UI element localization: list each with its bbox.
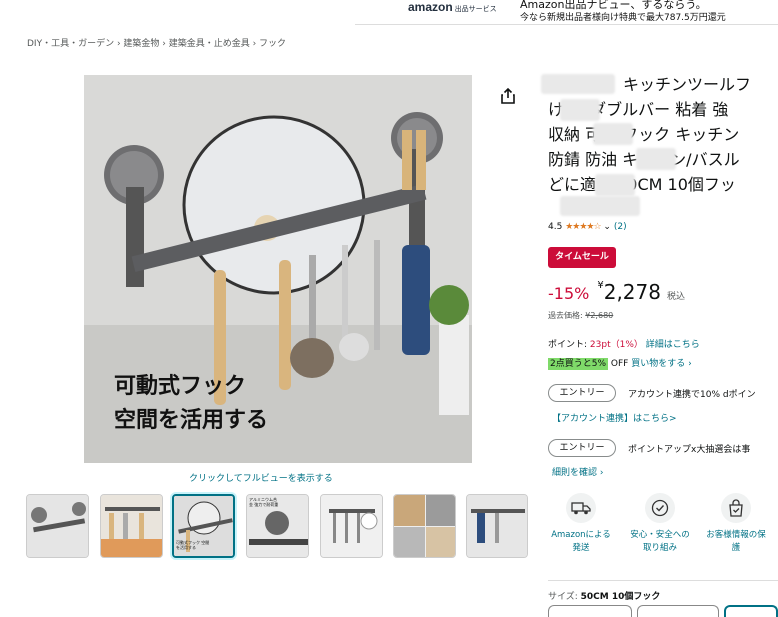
redaction-blur bbox=[560, 99, 600, 121]
breadcrumb[interactable]: DIY・工具・ガーデン › 建築金物 › 建築金具・止め金具 › フック bbox=[27, 36, 286, 49]
rating-value: 4.5 bbox=[548, 222, 563, 232]
price-block: -15% ¥2,278 税込 bbox=[548, 280, 685, 304]
price-amount: 2,278 bbox=[603, 280, 661, 304]
time-sale-badge: タイムセール bbox=[548, 247, 616, 268]
thumbnail-2[interactable] bbox=[100, 494, 163, 558]
thumbnail-6[interactable] bbox=[393, 494, 456, 558]
redaction-blur bbox=[636, 148, 676, 170]
size-option-1[interactable] bbox=[548, 605, 632, 617]
image-caption: 可動式フック 空間を活用する bbox=[114, 374, 269, 433]
feature-amazon-shipping[interactable]: Amazonによる発送 bbox=[548, 493, 614, 555]
bulk-discount-tag: 2点買うと5% bbox=[548, 358, 609, 370]
thumbnail-1[interactable] bbox=[26, 494, 89, 558]
thumbnail-4-label: アルミニウム合金 強力で耐荷重 bbox=[249, 497, 279, 507]
amazon-seller-logo: amazon 出品サービス bbox=[408, 0, 497, 14]
tax-note: 税込 bbox=[666, 292, 685, 302]
promo-text-2: ポイントアップx大抽選会は事 bbox=[628, 445, 751, 455]
list-price: 過去価格: ¥2,680 bbox=[548, 311, 614, 320]
feature-safety[interactable]: 安心・安全への取り組み bbox=[627, 493, 693, 555]
points-value: 23pt（1%） bbox=[589, 340, 643, 350]
size-option-3[interactable] bbox=[724, 605, 778, 617]
banner-divider bbox=[355, 24, 778, 25]
redaction-blur bbox=[595, 174, 635, 196]
feature-label: お客様情報の保護 bbox=[706, 530, 766, 553]
points-details-link[interactable]: 詳細はこちら bbox=[646, 340, 700, 350]
thumbnail-3-label: 可動式フック 空間を活用する bbox=[176, 540, 210, 550]
discount-percent: -15% bbox=[548, 284, 590, 303]
redaction-blur bbox=[560, 196, 640, 216]
entry-button-2[interactable]: エントリー bbox=[548, 439, 616, 457]
seller-banner[interactable]: amazon 出品サービス Amazon出品ナビュー、するならう。 今なら新規出品… bbox=[355, 0, 778, 26]
promo-link-2[interactable]: 細則を確認 › bbox=[552, 465, 603, 478]
feature-label: 安心・安全への取り組み bbox=[630, 530, 690, 553]
shield-check-icon bbox=[645, 493, 675, 523]
thumbnail-7[interactable] bbox=[466, 494, 528, 558]
promo-link-1[interactable]: 【アカウント連携】はこちら> bbox=[552, 411, 677, 424]
secure-bag-icon bbox=[721, 493, 751, 523]
title-line-3: 収納 可動 フック キッチン bbox=[548, 125, 740, 144]
promo-text-1: アカウント連携で10% dポイン bbox=[628, 390, 756, 400]
size-option-2[interactable] bbox=[637, 605, 719, 617]
points-row: ポイント: 23pt（1%） 詳細はこちら bbox=[548, 340, 700, 350]
bulk-discount-row: 2点買うと5% OFF 買い物をする › bbox=[548, 358, 692, 370]
thumbnail-3-selected[interactable]: 可動式フック 空間を活用する bbox=[172, 494, 235, 558]
banner-subline: 今なら新規出品者様向け特典で最大787.5万円還元 bbox=[520, 13, 726, 23]
title-line-5: どに適用 50CM 10個フッ bbox=[548, 175, 736, 194]
share-icon[interactable] bbox=[499, 87, 517, 105]
redaction-blur bbox=[541, 74, 615, 94]
divider bbox=[548, 580, 778, 581]
thumbnail-4[interactable]: アルミニウム合金 強力で耐荷重 bbox=[246, 494, 309, 558]
thumbnail-5[interactable] bbox=[320, 494, 383, 558]
size-selector-label: サイズ: 50CM 10個フック bbox=[548, 592, 661, 602]
shop-link[interactable]: 買い物をする › bbox=[631, 359, 691, 369]
truck-icon bbox=[566, 493, 596, 523]
feature-label: Amazonによる発送 bbox=[551, 530, 611, 553]
star-rating-icon[interactable]: ★★★★☆ bbox=[565, 222, 601, 232]
rating-count[interactable]: (2) bbox=[614, 222, 627, 232]
chevron-down-icon[interactable]: ⌄ bbox=[603, 222, 611, 232]
main-product-image[interactable]: 可動式フック 空間を活用する bbox=[84, 75, 472, 463]
full-view-link[interactable]: クリックしてフルビューを表示する bbox=[189, 471, 333, 484]
selected-size: 50CM 10個フック bbox=[580, 592, 661, 602]
rating-row[interactable]: 4.5 ★★★★☆ ⌄ (2) bbox=[548, 222, 627, 232]
redaction-blur bbox=[593, 123, 633, 145]
feature-privacy[interactable]: お客様情報の保護 bbox=[703, 493, 769, 555]
entry-button-1[interactable]: エントリー bbox=[548, 384, 616, 402]
